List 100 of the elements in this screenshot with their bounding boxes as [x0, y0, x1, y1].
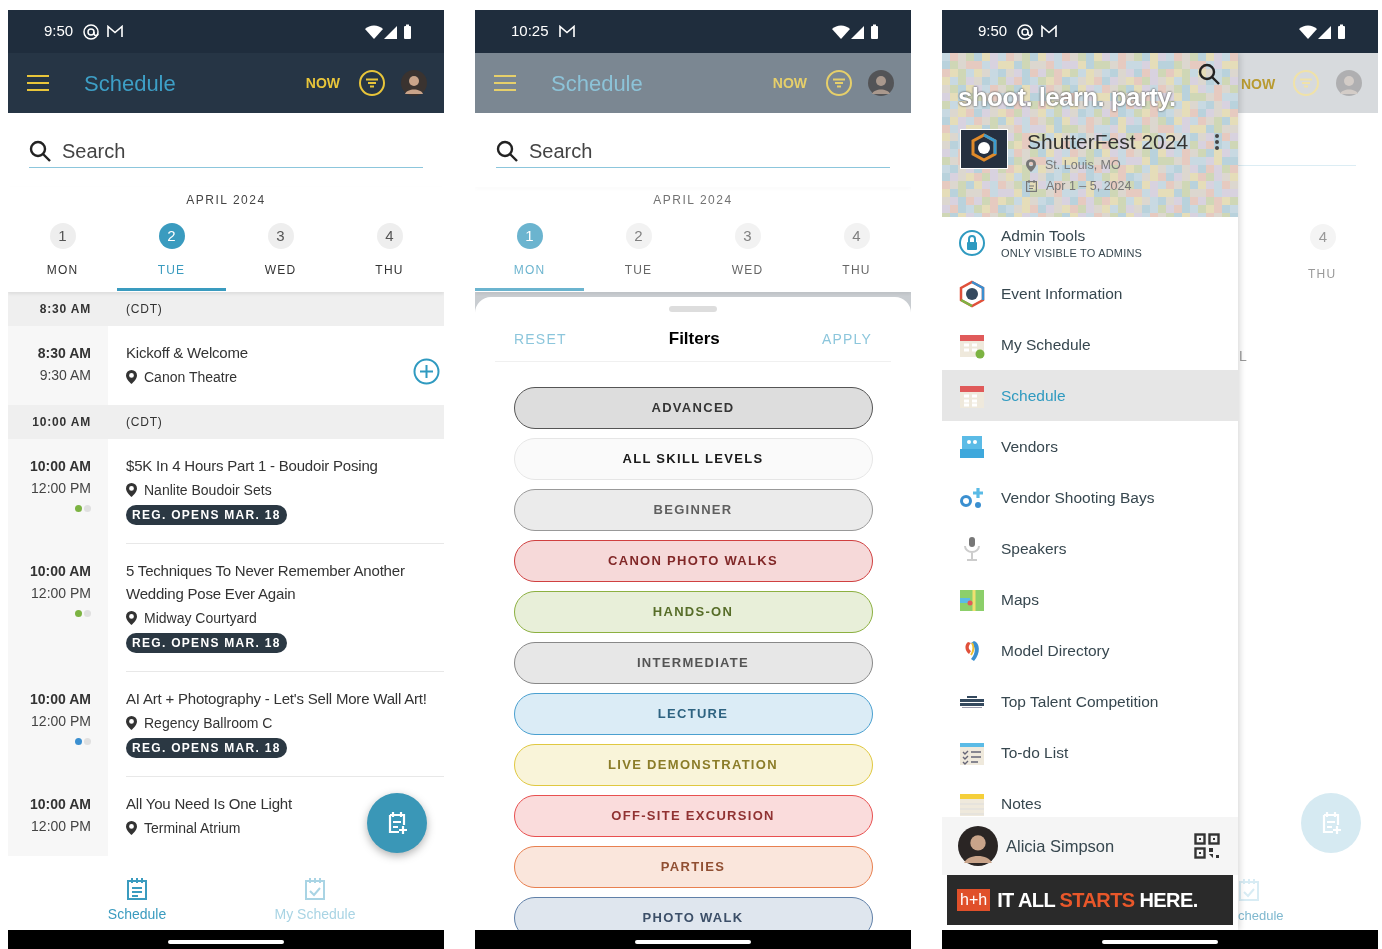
avatar-icon[interactable]	[401, 70, 427, 96]
event-location: Midway Courtyard	[144, 609, 257, 628]
filter-chip[interactable]: OFF-SITE EXCURSION	[513, 795, 873, 837]
drawer-menu-item[interactable]: My Schedule	[942, 319, 1238, 370]
clock-time: 9:50	[978, 21, 1008, 42]
more-options-icon[interactable]	[1215, 134, 1219, 150]
home-indicator[interactable]	[1102, 940, 1218, 944]
slogan-text: IT ALL STARTS HERE.	[997, 888, 1198, 913]
home-indicator[interactable]	[635, 940, 751, 944]
drawer-menu-item[interactable]: Notes	[942, 778, 1238, 817]
end-time: 12:00 PM	[31, 584, 91, 603]
start-time: 10:00 AM	[30, 795, 91, 814]
time-zone-label: (CDT)	[125, 414, 163, 431]
search-icon	[496, 139, 518, 162]
registration-badge: REG. OPENS MAR. 18	[126, 738, 287, 758]
search-field[interactable]: Search	[529, 135, 890, 166]
menu-icon[interactable]	[27, 75, 49, 91]
schedule-icon	[127, 878, 147, 900]
user-avatar[interactable]	[958, 826, 998, 866]
event-title[interactable]: 5 Techniques To Never Remember Another Wedding Pose Ever Again	[126, 559, 440, 605]
day-tab[interactable]: 3 WED	[693, 213, 802, 291]
calendar-check-icon	[1239, 879, 1259, 901]
add-icon[interactable]	[413, 357, 440, 385]
search-field[interactable]: Search	[62, 135, 423, 166]
at-sign-icon	[83, 23, 100, 40]
start-time: 8:30 AM	[37, 344, 91, 363]
registration-badge: REG. OPENS MAR. 18	[126, 505, 287, 525]
location-pin-icon	[126, 821, 137, 835]
event-icon	[958, 279, 986, 308]
end-time: 12:00 PM	[31, 817, 91, 836]
at-sign-icon	[1017, 23, 1034, 40]
filter-chip[interactable]: HANDS-ON	[513, 591, 873, 633]
filter-chip[interactable]: PHOTO WALK	[513, 897, 873, 930]
filter-chip[interactable]: CANON PHOTO WALKS	[513, 540, 873, 582]
drawer-menu-item[interactable]: To-do List	[942, 727, 1238, 778]
drag-handle[interactable]	[669, 306, 717, 312]
search-icon[interactable]	[1198, 63, 1220, 85]
drawer-menu-item[interactable]: Vendor Shooting Bays	[942, 472, 1238, 523]
event-location: Terminal Atrium	[144, 819, 241, 838]
time-zone-label: (CDT)	[125, 301, 163, 318]
tagline-logo: shoot. learn. party.	[958, 82, 1176, 114]
filter-chip[interactable]: ADVANCED	[513, 387, 873, 429]
nav-label: chedule	[1238, 907, 1284, 925]
add-schedule-button[interactable]	[367, 793, 427, 853]
day-tab[interactable]: 1 MON	[8, 213, 117, 291]
drawer-menu-item[interactable]: Admin Tools ONLY VISIBLE TO ADMINS	[942, 217, 1238, 268]
start-time: 10:00 AM	[30, 457, 91, 476]
home-indicator[interactable]	[168, 940, 284, 944]
day-number: 4	[1310, 224, 1336, 250]
screen-title: Schedule	[551, 69, 643, 98]
clock-time: 9:50	[44, 21, 74, 42]
drawer-menu-item[interactable]: Maps	[942, 574, 1238, 625]
event-dates: Apr 1 – 5, 2024	[1046, 177, 1132, 195]
sheet-title: Filters	[668, 328, 720, 351]
month-label: APRIL 2024	[185, 194, 267, 206]
end-time: 12:00 PM	[31, 712, 91, 731]
text-fragment: L	[1239, 347, 1247, 366]
filter-chip[interactable]: BEGINNER	[513, 489, 873, 531]
drawer-menu-item[interactable]: Speakers	[942, 523, 1238, 574]
location-pin-icon	[126, 611, 137, 625]
filter-icon[interactable]	[359, 70, 385, 96]
mail-icon	[107, 25, 124, 38]
screen-title: Schedule	[84, 69, 176, 98]
event-title[interactable]: Kickoff & Welcome	[126, 341, 413, 364]
event-title[interactable]: All You Need Is One Light	[126, 792, 440, 815]
calendar-icon	[1026, 180, 1037, 193]
location-pin-icon	[1026, 158, 1036, 172]
end-time: 12:00 PM	[31, 479, 91, 498]
day-tab[interactable]: 3 WED	[226, 213, 335, 291]
avatar-icon[interactable]	[868, 70, 894, 96]
filter-chip[interactable]: PARTIES	[513, 846, 873, 888]
day-label: THU	[1308, 266, 1337, 283]
location-pin-icon	[126, 370, 137, 384]
day-tab[interactable]: 4 THU	[802, 213, 911, 291]
drawer-menu-item[interactable]: Vendors	[942, 421, 1238, 472]
event-location: Nanlite Boudoir Sets	[144, 481, 272, 500]
location-pin-icon	[126, 483, 137, 497]
filter-chip[interactable]: LIVE DEMONSTRATION	[513, 744, 873, 786]
event-title[interactable]: $5K In 4 Hours Part 1 - Boudoir Posing	[126, 454, 440, 477]
drawer-menu-item[interactable]: Event Information	[942, 268, 1238, 319]
start-time: 10:00 AM	[30, 690, 91, 709]
section-time: 8:30 AM	[38, 301, 92, 318]
qr-code-icon[interactable]	[1194, 833, 1220, 859]
search-icon	[29, 139, 51, 162]
now-button[interactable]: NOW	[305, 72, 340, 94]
drawer-menu-item[interactable]: Model Directory	[942, 625, 1238, 676]
event-title[interactable]: AI Art + Photography - Let's Sell More Wall Art!	[126, 687, 440, 710]
filter-chip[interactable]: INTERMEDIATE	[513, 642, 873, 684]
day-tab[interactable]: 2 TUE	[584, 213, 693, 291]
lock-icon	[958, 228, 986, 257]
mail-icon	[1041, 25, 1058, 38]
filter-chip[interactable]: ALL SKILL LEVELS	[513, 438, 873, 480]
month-label: APRIL 2024	[652, 194, 734, 206]
day-tab[interactable]: 4 THU	[335, 213, 444, 291]
filter-chip[interactable]: LECTURE	[513, 693, 873, 735]
event-location: St. Louis, MO	[1045, 157, 1121, 174]
drawer-menu-item[interactable]: Top Talent Competition	[942, 676, 1238, 727]
event-logo	[960, 129, 1008, 169]
section-time: 10:00 AM	[31, 414, 92, 431]
start-time: 10:00 AM	[30, 562, 91, 581]
